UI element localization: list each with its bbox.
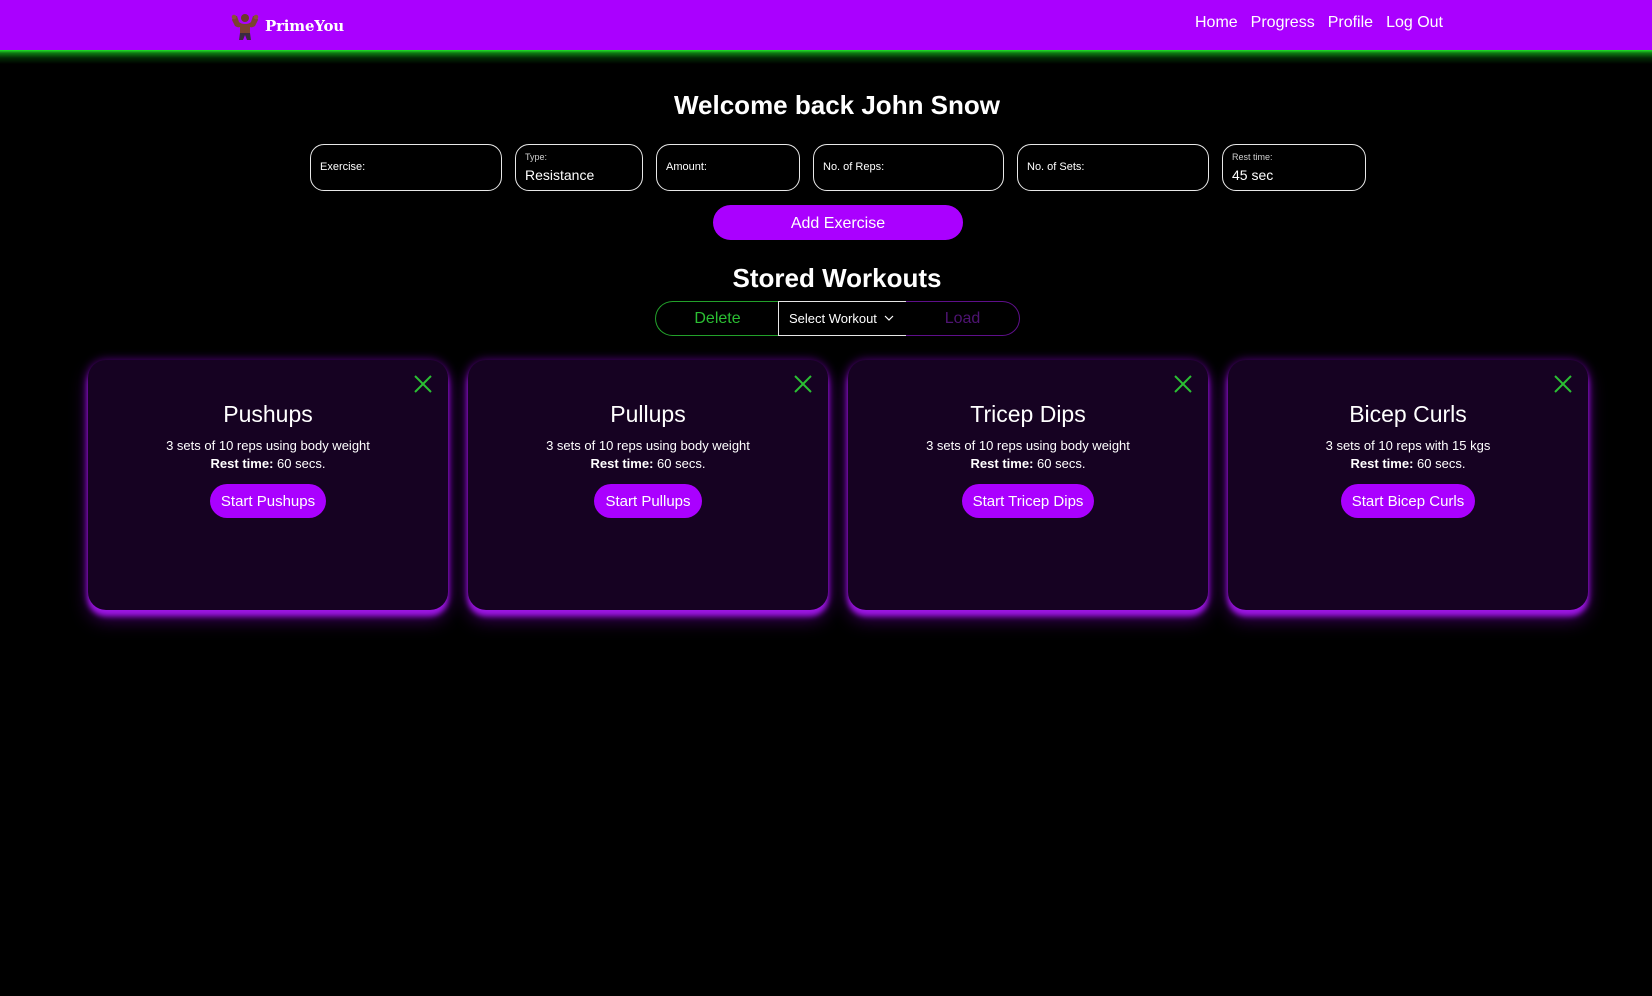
card-rest-time: Rest time: 60 secs. [848,455,1208,473]
rest-time-value: 60 secs. [1413,456,1466,471]
bodybuilder-logo-icon [231,14,259,40]
card-title: Pushups [223,401,313,427]
workout-card-pullups: Pullups 3 sets of 10 reps using body wei… [468,360,828,610]
nav-links: Home Progress Profile Log Out [1195,14,1443,32]
card-rest-time: Rest time: 60 secs. [468,455,828,473]
nav-link-progress[interactable]: Progress [1251,14,1315,32]
card-title: Tricep Dips [970,401,1086,427]
close-icon[interactable] [1552,373,1574,395]
rest-time-value: 60 secs. [273,456,326,471]
load-workout-button[interactable]: Load [906,301,1020,336]
rest-time-label: Rest time: [1232,152,1273,162]
delete-workout-button[interactable]: Delete [655,301,779,336]
card-title: Bicep Curls [1349,401,1467,427]
close-icon[interactable] [1172,373,1194,395]
rest-time-field[interactable]: Rest time: 45 sec [1222,144,1366,191]
card-description: 3 sets of 10 reps with 15 kgs [1325,438,1491,453]
exercise-label: Exercise: [320,161,366,173]
chevron-down-icon [884,315,894,321]
select-workout-label: Select Workout [789,311,877,326]
card-description: 3 sets of 10 reps using body weight [926,438,1130,453]
nav-link-profile[interactable]: Profile [1328,14,1373,32]
brand[interactable]: PrimeYou [229,11,344,41]
start-workout-button[interactable]: Start Pullups [594,484,702,518]
rest-time-value: 60 secs. [653,456,706,471]
card-title: Pullups [610,401,686,427]
welcome-heading: Welcome back John Snow [673,90,1001,120]
rest-time-value: 60 secs. [1033,456,1086,471]
amount-field[interactable]: Amount: [656,144,800,191]
add-exercise-button[interactable]: Add Exercise [713,205,963,240]
card-rest-time: Rest time: 60 secs. [1228,455,1588,473]
rest-time-value: 45 sec [1232,167,1274,183]
workout-card-tricep-dips: Tricep Dips 3 sets of 10 reps using body… [848,360,1208,610]
type-value: Resistance [525,167,595,183]
rest-time-label: Rest time: [1350,456,1414,471]
sets-field[interactable]: No. of Sets: [1017,144,1209,191]
reps-field[interactable]: No. of Reps: [813,144,1004,191]
card-description: 3 sets of 10 reps using body weight [166,438,370,453]
start-workout-button[interactable]: Start Bicep Curls [1340,484,1476,518]
card-description: 3 sets of 10 reps using body weight [546,438,750,453]
workout-card-bicep-curls: Bicep Curls 3 sets of 10 reps with 15 kg… [1228,360,1588,610]
card-rest-time: Rest time: 60 secs. [88,455,448,473]
type-label: Type: [525,152,548,162]
start-workout-button[interactable]: Start Tricep Dips [961,484,1095,518]
workout-card-pushups: Pushups 3 sets of 10 reps using body wei… [88,360,448,610]
close-icon[interactable] [412,373,434,395]
close-icon[interactable] [792,373,814,395]
stored-workouts-heading: Stored Workouts [732,263,942,293]
reps-label: No. of Reps: [823,161,885,173]
nav-link-home[interactable]: Home [1195,14,1238,32]
rest-time-label: Rest time: [590,456,654,471]
navbar-glow-divider [0,50,1652,64]
exercise-field[interactable]: Exercise: [310,144,502,191]
rest-time-label: Rest time: [970,456,1034,471]
start-workout-button[interactable]: Start Pushups [209,484,327,518]
rest-time-label: Rest time: [210,456,274,471]
select-workout-dropdown[interactable]: Select Workout [778,301,907,336]
type-field[interactable]: Type: Resistance [515,144,643,191]
sets-label: No. of Sets: [1027,161,1085,173]
brand-name: PrimeYou [265,17,345,35]
amount-label: Amount: [666,161,707,173]
navbar: PrimeYou Home Progress Profile Log Out [0,0,1652,52]
nav-link-logout[interactable]: Log Out [1386,14,1443,32]
